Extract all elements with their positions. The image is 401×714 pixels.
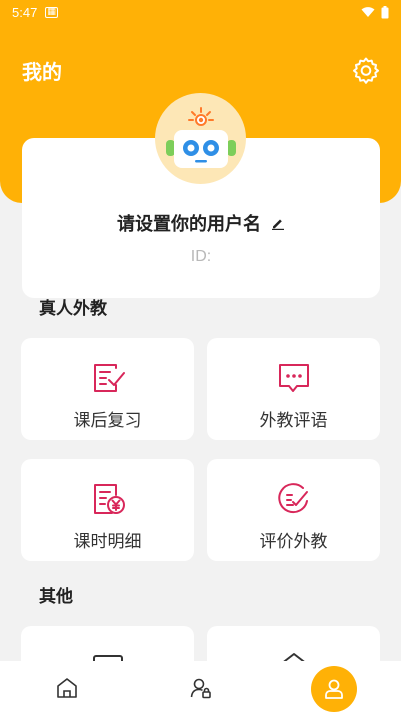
tile-review-label: 课后复习 xyxy=(73,411,142,431)
tile-lesson-details[interactable]: 课时明细 xyxy=(21,459,194,561)
user-id: ID: xyxy=(190,248,212,265)
home-icon xyxy=(57,677,77,698)
robot-avatar xyxy=(165,106,236,168)
username-row[interactable]: 请设置你的用户名 xyxy=(22,210,380,236)
status-time: 5:47 xyxy=(12,4,38,20)
settings-button[interactable] xyxy=(350,54,382,86)
rating-checklist-icon xyxy=(277,483,308,514)
nav-teacher[interactable] xyxy=(180,661,222,714)
nav-mine[interactable] xyxy=(311,666,357,712)
tile-rate-teacher[interactable]: 评价外教 xyxy=(207,459,380,561)
status-bar: 5:47 ▦ xyxy=(0,0,401,24)
tile-review[interactable]: 课后复习 xyxy=(21,338,194,440)
person-icon xyxy=(325,679,343,699)
tile-lesson-details-label: 课时明细 xyxy=(73,532,142,552)
username-label: 请设置你的用户名 xyxy=(117,214,261,235)
nav-home[interactable] xyxy=(46,661,88,714)
section-title-other: 其他 xyxy=(39,587,73,607)
comment-bubble-icon xyxy=(278,364,309,392)
yuan-receipt-icon xyxy=(93,484,125,514)
section-title-real-teacher: 真人外教 xyxy=(39,299,107,319)
user-lock-icon xyxy=(190,678,211,698)
battery-icon xyxy=(381,5,389,18)
tile-rate-teacher-label: 评价外教 xyxy=(259,532,328,552)
pencil-icon xyxy=(272,219,284,230)
gear-icon xyxy=(353,57,379,84)
sim-card-icon: ▦ xyxy=(45,6,58,18)
tile-teacher-comments[interactable]: 外教评语 xyxy=(207,338,380,440)
page-title: 我的 xyxy=(22,60,62,84)
avatar[interactable] xyxy=(155,93,246,184)
wifi-icon xyxy=(361,7,375,17)
review-notes-icon xyxy=(93,364,125,392)
tile-teacher-comments-label: 外教评语 xyxy=(259,411,328,431)
